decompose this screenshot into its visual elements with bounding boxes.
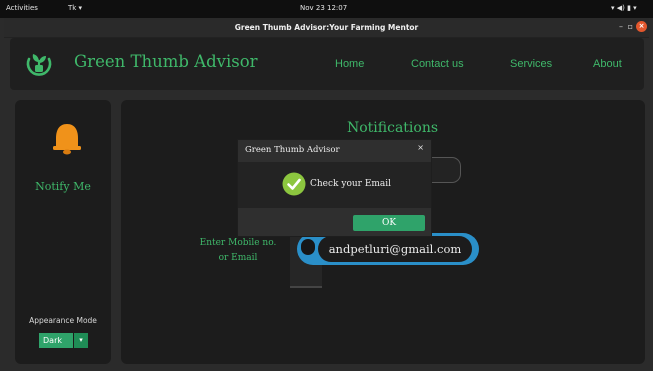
close-window-icon[interactable]: × bbox=[636, 21, 647, 32]
sidebar: Notify Me Appearance Mode Dark ▾ bbox=[15, 100, 111, 364]
dialog-body: Check your Email bbox=[238, 162, 431, 208]
nav-contact-us[interactable]: Contact us bbox=[411, 58, 464, 70]
appearance-mode-label: Appearance Mode bbox=[29, 316, 97, 325]
enter-contact-label-line2: or Email bbox=[218, 253, 258, 263]
nav-about[interactable]: About bbox=[593, 58, 622, 70]
brand-title: Green Thumb Advisor bbox=[74, 52, 258, 71]
ok-button[interactable]: OK bbox=[353, 215, 425, 231]
enter-contact-label-line1: Enter Mobile no. bbox=[199, 238, 277, 248]
dialog-close-icon[interactable]: × bbox=[417, 143, 424, 152]
dialog-message: Check your Email bbox=[310, 179, 392, 189]
chevron-down-icon[interactable]: ▾ bbox=[74, 333, 88, 348]
email-input[interactable]: andpetluri@gmail.com bbox=[297, 233, 479, 265]
nav-home[interactable]: Home bbox=[335, 58, 364, 70]
app-header: Green Thumb Advisor Home Contact us Serv… bbox=[10, 38, 644, 90]
notifications-title: Notifications bbox=[347, 120, 439, 136]
app-menu[interactable]: Tk ▾ bbox=[68, 4, 82, 12]
appearance-mode-value[interactable]: Dark bbox=[39, 333, 73, 348]
system-tray[interactable]: ▾ ◀) ▮ ▾ bbox=[611, 4, 637, 12]
system-top-bar: Activities Tk ▾ Nov 23 12:07 ▾ ◀) ▮ ▾ bbox=[0, 0, 653, 18]
enter-contact-label: Enter Mobile no. or Email bbox=[197, 236, 279, 266]
plant-logo-icon bbox=[26, 54, 52, 76]
minimize-icon[interactable]: – bbox=[619, 22, 623, 31]
nav-services[interactable]: Services bbox=[510, 58, 552, 70]
checkmark-icon bbox=[282, 172, 306, 196]
notify-me-label: Notify Me bbox=[35, 180, 91, 193]
window-title: Green Thumb Advisor:Your Farming Mentor bbox=[234, 23, 419, 32]
activities-button[interactable]: Activities bbox=[6, 4, 38, 12]
email-input-value[interactable]: andpetluri@gmail.com bbox=[318, 236, 472, 262]
clock[interactable]: Nov 23 12:07 bbox=[300, 4, 347, 12]
dialog-title: Green Thumb Advisor bbox=[245, 145, 340, 155]
message-dialog: Green Thumb Advisor × Check your Email O… bbox=[237, 139, 432, 237]
appearance-mode-select[interactable]: Dark ▾ bbox=[39, 333, 88, 348]
maximize-icon[interactable]: ▫ bbox=[628, 22, 633, 31]
window-title-bar: Green Thumb Advisor:Your Farming Mentor … bbox=[4, 18, 649, 38]
bell-icon[interactable] bbox=[50, 122, 84, 156]
input-handle bbox=[301, 239, 315, 255]
